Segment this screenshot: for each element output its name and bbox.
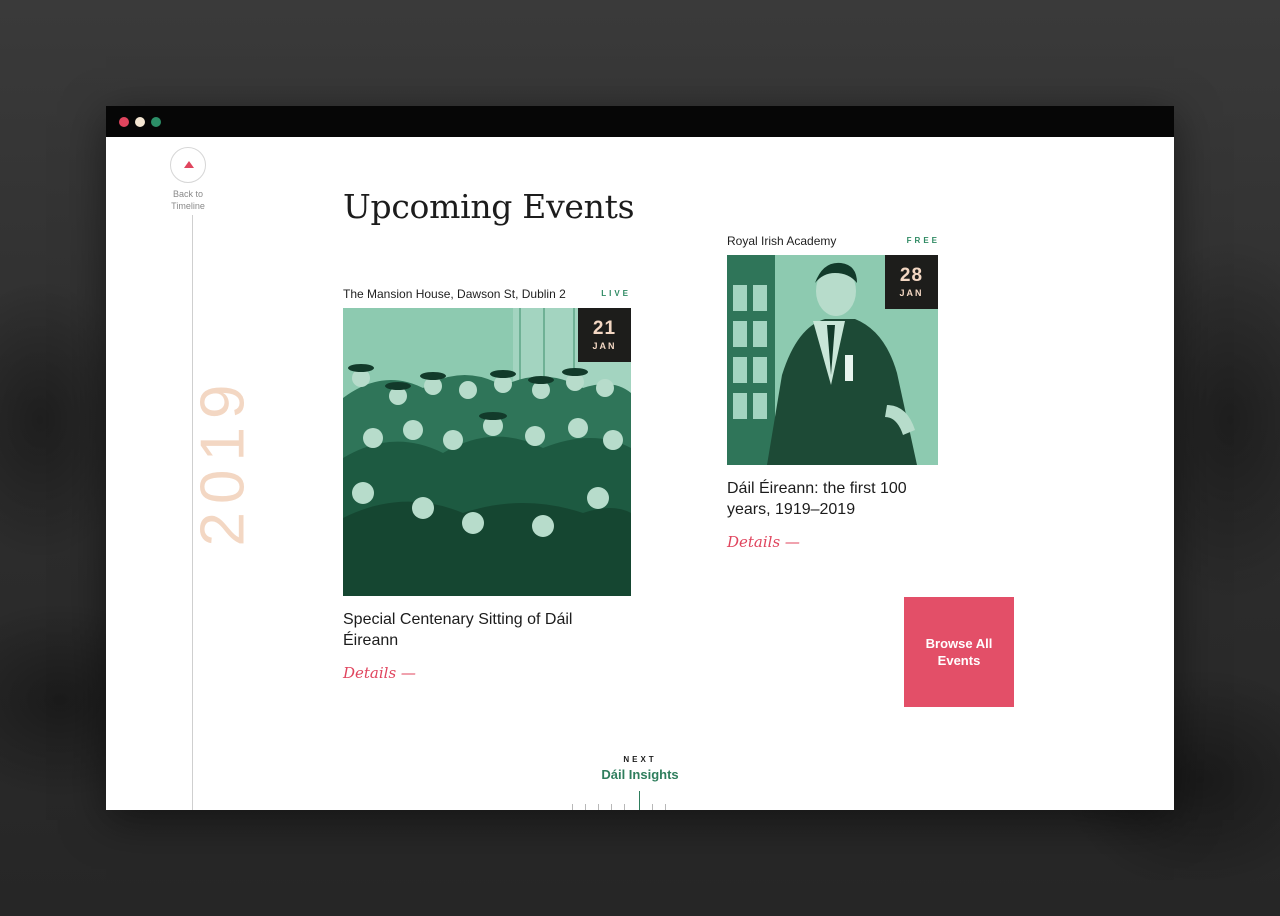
window-titlebar [106,106,1174,137]
event-card: The Mansion House, Dawson St, Dublin 2 L… [343,287,631,687]
timeline-tick [652,804,653,810]
page-content: Back to Timeline 2019 Upcoming Events Th… [106,137,1174,810]
browse-all-events-button[interactable]: Browse All Events [904,597,1014,707]
event-month: JAN [899,288,924,298]
next-section-kicker: NEXT [623,755,657,764]
event-date-badge: 21 JAN [578,308,631,362]
event-title[interactable]: Dáil Éireann: the first 100 years, 1919–… [727,478,932,520]
event-month: JAN [592,341,617,351]
timeline-tick [665,804,666,810]
event-title[interactable]: Special Centenary Sitting of Dáil Éirean… [343,609,613,651]
timeline-tick [572,804,573,810]
back-to-timeline-button[interactable] [170,147,206,183]
close-window-dot[interactable] [119,117,129,127]
event-details-link[interactable]: Details — [727,533,800,551]
year-label: 2019 [188,376,258,547]
event-card: Royal Irish Academy FREE 28 JAN Dáil Éir… [727,234,938,574]
year-marker: 2019 [161,372,258,547]
event-venue: The Mansion House, Dawson St, Dublin 2 [343,287,566,301]
arrow-up-icon [184,161,194,168]
event-photo[interactable]: 21 JAN [343,308,631,596]
event-day: 21 [592,318,617,339]
timeline-tick [611,804,612,810]
minimize-window-dot[interactable] [135,117,145,127]
browser-window: Back to Timeline 2019 Upcoming Events Th… [106,106,1174,810]
maximize-window-dot[interactable] [151,117,161,127]
timeline-tick [598,804,599,810]
next-section-link[interactable]: Dáil Insights [576,767,704,782]
page-title: Upcoming Events [343,187,635,226]
timeline-tick [624,804,625,810]
timeline-tick [585,804,586,810]
timeline-ticks [572,789,672,810]
event-date-badge: 28 JAN [885,255,938,309]
event-day: 28 [899,265,924,286]
event-tag: FREE [906,236,940,245]
timeline-tick-current [639,791,640,810]
event-photo[interactable]: 28 JAN [727,255,938,465]
event-venue: Royal Irish Academy [727,234,837,248]
event-tag: LIVE [601,289,631,298]
back-to-timeline-label[interactable]: Back to Timeline [158,188,218,212]
event-details-link[interactable]: Details — [343,664,416,682]
